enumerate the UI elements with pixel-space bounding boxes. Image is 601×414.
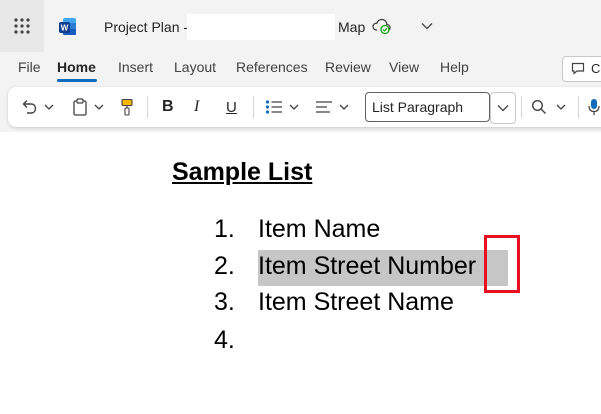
tab-file[interactable]: File bbox=[18, 59, 41, 75]
dictate-button[interactable] bbox=[588, 97, 600, 117]
format-painter-button[interactable] bbox=[120, 97, 134, 117]
align-dropdown[interactable] bbox=[339, 97, 349, 117]
list-item-number: 3. bbox=[214, 288, 235, 316]
chevron-down-icon bbox=[497, 105, 509, 112]
word-logo-icon: W bbox=[59, 18, 76, 35]
tab-view[interactable]: View bbox=[389, 59, 419, 75]
ribbon-separator bbox=[253, 96, 254, 118]
ribbon-separator bbox=[578, 96, 579, 118]
list-item-number: 1. bbox=[214, 215, 235, 243]
bold-button[interactable]: B bbox=[162, 97, 174, 117]
style-gallery-dropdown[interactable] bbox=[490, 92, 516, 124]
list-item[interactable]: Item Street Name bbox=[258, 288, 454, 317]
align-button[interactable] bbox=[315, 97, 333, 117]
tab-insert[interactable]: Insert bbox=[118, 59, 153, 75]
microphone-icon bbox=[588, 99, 600, 115]
underline-button[interactable]: U bbox=[226, 97, 237, 117]
paste-dropdown[interactable] bbox=[94, 97, 104, 117]
cloud-saved-icon bbox=[372, 18, 391, 34]
ribbon-separator bbox=[521, 96, 522, 118]
simplified-ribbon: B I U List Paragraph bbox=[8, 87, 601, 127]
comments-button-label: Co bbox=[591, 61, 601, 76]
document-heading: Sample List bbox=[172, 158, 313, 186]
annotation-highlight-box bbox=[484, 235, 520, 293]
document-title-suffix[interactable]: Map bbox=[338, 19, 365, 35]
chevron-down-icon bbox=[94, 104, 104, 110]
paste-button[interactable] bbox=[72, 97, 88, 117]
list-item-number: 4. bbox=[214, 326, 235, 354]
find-dropdown[interactable] bbox=[556, 97, 566, 117]
waffle-icon bbox=[14, 18, 30, 34]
chevron-down-icon bbox=[289, 104, 299, 110]
undo-dropdown[interactable] bbox=[44, 97, 54, 117]
tab-layout[interactable]: Layout bbox=[174, 59, 216, 75]
tab-help[interactable]: Help bbox=[440, 59, 469, 75]
bullets-button[interactable] bbox=[265, 97, 283, 117]
chevron-down-icon bbox=[556, 104, 566, 110]
chevron-down-icon bbox=[339, 104, 349, 110]
clipboard-icon bbox=[73, 98, 87, 116]
italic-button[interactable]: I bbox=[194, 97, 199, 117]
title-bar: W Project Plan - Map bbox=[0, 0, 601, 52]
chevron-down-icon bbox=[44, 104, 54, 110]
comments-button[interactable]: Co bbox=[562, 56, 601, 82]
search-icon bbox=[531, 99, 546, 114]
find-button[interactable] bbox=[531, 97, 547, 117]
bullet-list-icon bbox=[265, 100, 282, 114]
chevron-down-icon[interactable] bbox=[421, 22, 433, 30]
svg-text:W: W bbox=[61, 24, 69, 33]
bullets-dropdown[interactable] bbox=[289, 97, 299, 117]
align-left-icon bbox=[316, 101, 332, 113]
comment-icon bbox=[571, 62, 585, 75]
ribbon-separator bbox=[147, 96, 148, 118]
redacted-region bbox=[187, 14, 335, 40]
app-launcher-button[interactable] bbox=[0, 0, 44, 52]
tab-review[interactable]: Review bbox=[325, 59, 371, 75]
style-selector-value: List Paragraph bbox=[372, 99, 464, 115]
tab-references[interactable]: References bbox=[236, 59, 308, 75]
list-item-selected[interactable]: Item Street Number bbox=[258, 252, 476, 281]
list-item-number: 2. bbox=[214, 252, 235, 280]
undo-icon bbox=[22, 100, 37, 114]
undo-button[interactable] bbox=[20, 97, 38, 117]
list-item[interactable]: Item Name bbox=[258, 215, 380, 244]
tab-home[interactable]: Home bbox=[57, 59, 96, 75]
ribbon-tabs: File Home Insert Layout References Revie… bbox=[0, 52, 601, 82]
style-selector[interactable]: List Paragraph bbox=[365, 92, 490, 122]
document-title[interactable]: Project Plan - bbox=[104, 19, 188, 35]
paintbrush-icon bbox=[121, 98, 133, 116]
